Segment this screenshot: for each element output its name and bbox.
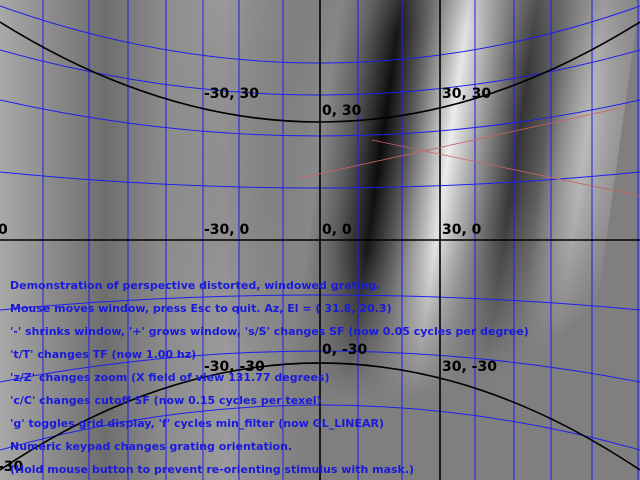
grid-label: 0, 0 — [322, 222, 352, 238]
grid-label: -30, 30 — [204, 86, 259, 102]
grid-label: -30, 0 — [204, 222, 250, 238]
grid-label: 30, 30 — [442, 86, 492, 102]
grid-label: 0, -30 — [322, 342, 368, 358]
hud-orientation-line: Numeric keypad changes grating orientati… — [10, 440, 293, 453]
hud-mouse-hold-line: (Hold mouse button to prevent re-orienti… — [10, 463, 415, 476]
grid-label: 30, -30 — [442, 359, 497, 375]
hud-cutoff-line: 'c/C' changes cutoff SF (now 0.15 cycles… — [10, 394, 322, 407]
hud-tf-line: 't/T' changes TF (now 1.00 hz) — [10, 348, 197, 361]
hud-title-line: Demonstration of perspective distorted, … — [10, 279, 381, 292]
hud-grid-filter-line: 'g' toggles grid display, 'f' cycles min… — [10, 417, 385, 430]
stimulus-viewport[interactable]: -30, 30 0, 30 30, 30 0 -30, 0 0, 0 30, 0… — [0, 0, 640, 480]
hud-window-sf-line: '-' shrinks window, '+' grows window, 's… — [10, 325, 529, 338]
grid-label: 30, 0 — [442, 222, 482, 238]
grid-label: 0, 30 — [322, 103, 362, 119]
grid-label: 0 — [0, 222, 8, 238]
stimulus-canvas — [0, 0, 640, 480]
hud-az-el-line: Mouse moves window, press Esc to quit. A… — [10, 302, 392, 315]
hud-zoom-line: 'z/Z' changes zoom (X field of view 131.… — [10, 371, 330, 384]
